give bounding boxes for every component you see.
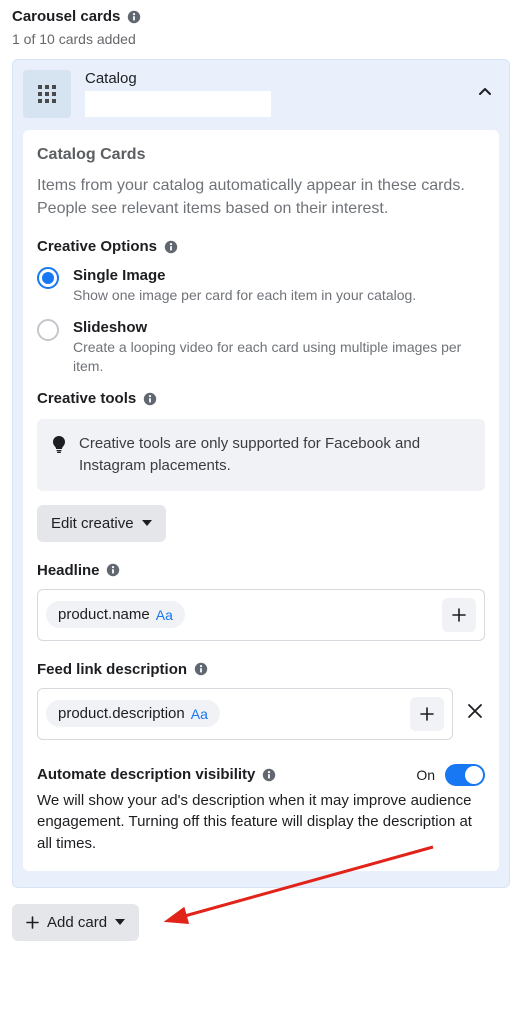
radio-label: Single Image: [73, 267, 416, 284]
add-headline-button[interactable]: [442, 598, 476, 632]
card-title: Catalog: [85, 70, 271, 87]
section-title: Carousel cards: [12, 8, 120, 25]
automate-visibility-toggle[interactable]: [445, 764, 485, 786]
radio-icon: [37, 267, 59, 289]
info-icon[interactable]: [126, 9, 141, 24]
feed-description-chip[interactable]: product.description Aa: [46, 700, 220, 727]
info-icon[interactable]: [163, 239, 178, 254]
text-format-icon: Aa: [191, 706, 208, 722]
automate-visibility-desc: We will show your ad's description when …: [37, 790, 485, 855]
caret-down-icon: [142, 520, 152, 526]
remove-feed-description-button[interactable]: [465, 698, 485, 729]
panel-title: Catalog Cards: [37, 146, 485, 164]
radio-desc: Create a looping video for each card usi…: [73, 338, 485, 376]
caret-down-icon: [115, 919, 125, 925]
info-icon[interactable]: [193, 662, 208, 677]
carousel-cards-header: Carousel cards: [12, 8, 510, 25]
toggle-state-label: On: [416, 767, 435, 783]
info-icon[interactable]: [142, 391, 157, 406]
notice-text: Creative tools are only supported for Fa…: [79, 433, 471, 477]
catalog-cards-panel: Catalog Cards Items from your catalog au…: [23, 130, 499, 871]
info-icon[interactable]: [261, 767, 276, 782]
radio-slideshow[interactable]: Slideshow Create a looping video for eac…: [37, 319, 485, 376]
headline-chip[interactable]: product.name Aa: [46, 601, 185, 628]
text-format-icon: Aa: [156, 607, 173, 623]
radio-single-image[interactable]: Single Image Show one image per card for…: [37, 267, 485, 305]
radio-label: Slideshow: [73, 319, 485, 336]
cards-count: 1 of 10 cards added: [12, 31, 510, 47]
headline-label: Headline: [37, 562, 485, 579]
panel-desc: Items from your catalog automatically ap…: [37, 174, 485, 220]
headline-input[interactable]: product.name Aa: [37, 589, 485, 641]
creative-tools-heading: Creative tools: [37, 390, 485, 407]
catalog-name-input[interactable]: [85, 91, 271, 117]
radio-desc: Show one image per card for each item in…: [73, 286, 416, 305]
card-header: Catalog: [23, 70, 499, 118]
info-icon[interactable]: [106, 563, 121, 578]
add-feed-description-button[interactable]: [410, 697, 444, 731]
radio-icon: [37, 319, 59, 341]
creative-tools-notice: Creative tools are only supported for Fa…: [37, 419, 485, 491]
chevron-up-icon[interactable]: [477, 84, 493, 104]
plus-icon: [26, 916, 39, 929]
feed-description-input[interactable]: product.description Aa: [37, 688, 453, 740]
catalog-card: Catalog Catalog Cards Items from your ca…: [12, 59, 510, 888]
grid-icon: [23, 70, 71, 118]
edit-creative-button[interactable]: Edit creative: [37, 505, 166, 542]
creative-options-heading: Creative Options: [37, 238, 485, 255]
automate-visibility-label: Automate description visibility: [37, 766, 276, 783]
bulb-icon: [51, 435, 67, 477]
add-card-button[interactable]: Add card: [12, 904, 139, 941]
feed-link-description-label: Feed link description: [37, 661, 485, 678]
